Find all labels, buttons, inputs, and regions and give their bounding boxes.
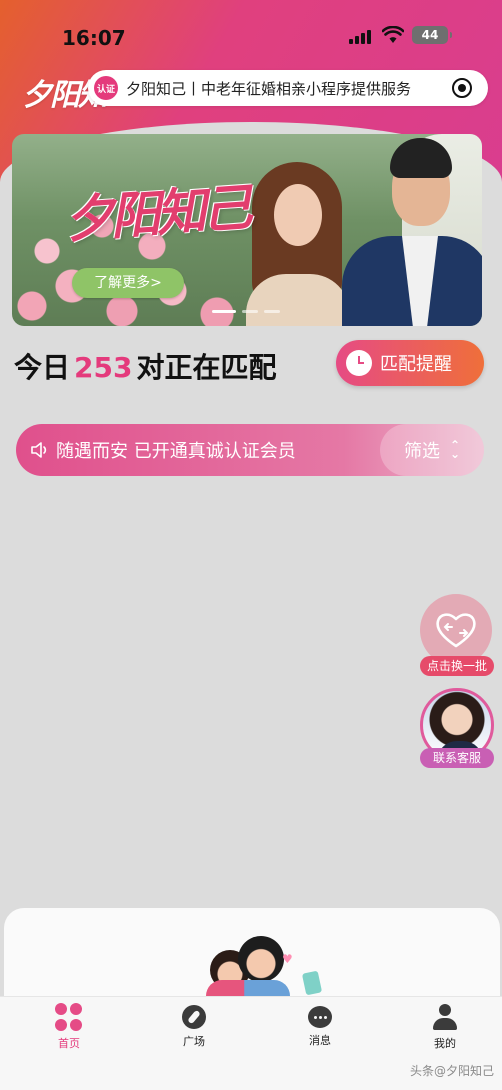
filter-button[interactable]: 筛选 ⌃ ⌄ [380, 424, 484, 476]
banner-title: 夕阳知己 [62, 177, 251, 250]
target-icon[interactable] [452, 78, 472, 98]
couple-illustration: ♥ [186, 936, 326, 1002]
match-prefix: 今日 [14, 351, 71, 384]
match-reminder-label: 匹配提醒 [380, 354, 452, 375]
banner-pagination [212, 310, 282, 313]
tab-messages-label: 消息 [309, 1034, 331, 1047]
match-reminder-button[interactable]: 匹配提醒 [336, 340, 484, 386]
clock-icon [346, 350, 372, 376]
app-page: 16:07 44 夕阳知 认证 夕阳知己丨中老年征婚相亲小程序提供服务 夕阳知己 [0, 0, 502, 1090]
mini-program-title-bar[interactable]: 认证 夕阳知己丨中老年征婚相亲小程序提供服务 [88, 70, 488, 106]
watermark: 头条@夕阳知己 [409, 1064, 494, 1078]
tab-plaza-label: 广场 [183, 1035, 205, 1048]
banner-man-photo [342, 138, 482, 326]
tab-plaza[interactable]: 广场 [159, 1003, 229, 1055]
signal-icon [349, 30, 373, 44]
compass-icon [182, 1005, 206, 1029]
notice-bar: 随遇而安 已开通真诚认证会员 筛选 ⌃ ⌄ [16, 424, 484, 476]
learn-more-button[interactable]: 了解更多> [72, 268, 184, 298]
tab-messages[interactable]: 消息 [285, 1003, 355, 1055]
message-icon [308, 1006, 332, 1028]
mini-program-title: 夕阳知己丨中老年征婚相亲小程序提供服务 [126, 79, 412, 98]
notice-text: 随遇而安 已开通真诚认证会员 [56, 441, 296, 462]
tab-home[interactable]: 首页 [34, 1003, 104, 1055]
battery-icon: 44 [412, 26, 452, 44]
customer-service-button[interactable]: 联系客服 [420, 688, 496, 772]
match-count-line: 今日 253 对正在匹配 [14, 346, 276, 386]
home-icon [55, 1003, 83, 1031]
tab-profile[interactable]: 我的 [410, 1003, 480, 1055]
status-time: 16:07 [62, 26, 126, 50]
refresh-batch-button[interactable]: 点击换一批 [420, 594, 494, 676]
user-icon [432, 1003, 458, 1031]
filter-label: 筛选 [403, 441, 440, 462]
tab-home-label: 首页 [58, 1037, 80, 1050]
match-suffix: 对正在匹配 [136, 351, 277, 384]
certified-badge: 认证 [94, 76, 118, 100]
speaker-icon [31, 442, 47, 458]
banner-woman-photo [238, 162, 356, 326]
match-count: 253 [74, 351, 133, 384]
customer-service-label: 联系客服 [420, 748, 494, 768]
sort-updown-icon: ⌃ ⌄ [449, 438, 461, 461]
tab-profile-label: 我的 [434, 1037, 456, 1050]
status-bar: 16:07 44 [0, 0, 502, 60]
promo-banner[interactable]: 夕阳知己 了解更多> [12, 134, 482, 326]
refresh-batch-label: 点击换一批 [420, 656, 494, 676]
wifi-icon [382, 26, 404, 43]
